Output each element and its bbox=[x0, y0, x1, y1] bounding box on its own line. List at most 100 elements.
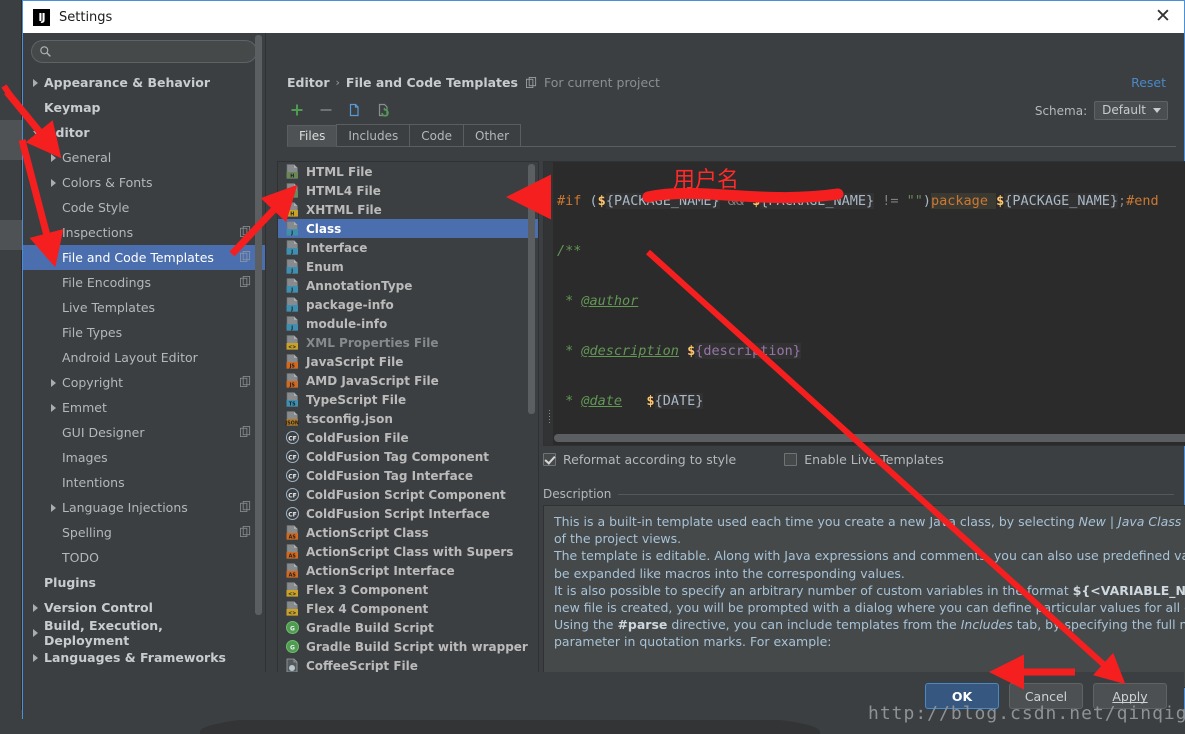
template-list-item[interactable]: H XHTML File bbox=[278, 200, 538, 219]
sidebar-item-file-and-code-templates[interactable]: File and Code Templates bbox=[23, 245, 265, 270]
template-list-item[interactable]: AS ActionScript Interface bbox=[278, 561, 538, 580]
reset-template-button[interactable] bbox=[374, 100, 394, 120]
svg-text:J: J bbox=[290, 249, 293, 255]
ide-strip-2 bbox=[0, 220, 22, 250]
chevron-right-icon[interactable] bbox=[33, 653, 38, 662]
sidebar-item-emmet[interactable]: Emmet bbox=[23, 395, 265, 420]
sidebar-item-appearance-behavior[interactable]: Appearance & Behavior bbox=[23, 70, 265, 95]
chevron-down-icon[interactable] bbox=[33, 131, 41, 136]
chevron-right-icon[interactable] bbox=[51, 153, 56, 162]
schema-select[interactable]: Default bbox=[1094, 101, 1168, 120]
chevron-right-icon[interactable] bbox=[51, 403, 56, 412]
sidebar-item-live-templates[interactable]: Live Templates bbox=[23, 295, 265, 320]
chevron-right-icon[interactable] bbox=[51, 178, 56, 187]
remove-template-button[interactable] bbox=[316, 100, 336, 120]
template-list-item[interactable]: J AnnotationType bbox=[278, 276, 538, 295]
svg-text:AS: AS bbox=[289, 553, 297, 559]
template-list-item-label: module-info bbox=[306, 316, 388, 331]
template-list-item[interactable]: CF ColdFusion Tag Component bbox=[278, 447, 538, 466]
breadcrumb-root[interactable]: Editor bbox=[287, 75, 330, 90]
tab-label: Files bbox=[299, 129, 326, 143]
template-list-item[interactable]: <> XML Properties File bbox=[278, 333, 538, 352]
template-list-item[interactable]: H HTML File bbox=[278, 162, 538, 181]
tab-files[interactable]: Files bbox=[287, 125, 338, 147]
add-template-button[interactable] bbox=[287, 100, 307, 120]
tab-other[interactable]: Other bbox=[463, 124, 522, 146]
template-list-item[interactable]: TS TypeScript File bbox=[278, 390, 538, 409]
template-list-item[interactable]: Jmodule-info bbox=[278, 314, 538, 333]
template-list-item[interactable]: H HTML4 File bbox=[278, 181, 538, 200]
template-editor[interactable]: #if (${PACKAGE_NAME} && ${PACKAGE_NAME} … bbox=[543, 161, 1185, 446]
template-list-item-label: ColdFusion Tag Interface bbox=[306, 468, 473, 483]
editor-horizontal-scrollbar[interactable] bbox=[554, 434, 1185, 442]
chevron-right-icon[interactable] bbox=[33, 78, 38, 87]
template-list-item[interactable]: G Gradle Build Script with wrapper bbox=[278, 637, 538, 656]
sidebar-item-plugins[interactable]: Plugins bbox=[23, 570, 265, 595]
search-input[interactable] bbox=[56, 44, 236, 59]
sidebar-item-images[interactable]: Images bbox=[23, 445, 265, 470]
chevron-right-icon[interactable] bbox=[33, 603, 38, 612]
sidebar-item-label: Intentions bbox=[62, 475, 125, 490]
template-list-item[interactable]: JS JavaScript File bbox=[278, 352, 538, 371]
chevron-right-icon[interactable] bbox=[51, 378, 56, 387]
search-box[interactable] bbox=[31, 40, 257, 63]
template-list-item[interactable]: CF ColdFusion File bbox=[278, 428, 538, 447]
reset-link[interactable]: Reset bbox=[1131, 75, 1166, 90]
chevron-right-icon[interactable] bbox=[51, 503, 56, 512]
sidebar-item-file-types[interactable]: File Types bbox=[23, 320, 265, 345]
tab-includes[interactable]: Includes bbox=[336, 124, 411, 146]
sidebar-item-android-layout-editor[interactable]: Android Layout Editor bbox=[23, 345, 265, 370]
sidebar-item-general[interactable]: General bbox=[23, 145, 265, 170]
template-list-item[interactable]: JS AMD JavaScript File bbox=[278, 371, 538, 390]
sidebar-item-spelling[interactable]: Spelling bbox=[23, 520, 265, 545]
close-icon[interactable]: ✕ bbox=[1152, 7, 1174, 27]
description-paragraph: It is also possible to specify an arbitr… bbox=[554, 582, 1185, 616]
sidebar-item-gui-designer[interactable]: GUI Designer bbox=[23, 420, 265, 445]
template-list-item[interactable]: AS ActionScript Class with Supers bbox=[278, 542, 538, 561]
template-list-item[interactable]: J Class bbox=[278, 219, 538, 238]
code-line-5: * @date ${DATE} bbox=[557, 393, 704, 409]
template-list-item[interactable]: Jpackage-info bbox=[278, 295, 538, 314]
sidebar-item-intentions[interactable]: Intentions bbox=[23, 470, 265, 495]
template-list-item[interactable]: JSON tsconfig.json bbox=[278, 409, 538, 428]
sidebar-item-version-control[interactable]: Version Control bbox=[23, 595, 265, 620]
sidebar-item-copyright[interactable]: Copyright bbox=[23, 370, 265, 395]
chevron-right-icon[interactable] bbox=[33, 628, 38, 637]
copy-template-button[interactable] bbox=[345, 100, 365, 120]
template-list-scrollbar[interactable] bbox=[528, 164, 535, 414]
sidebar-item-label: Build, Execution, Deployment bbox=[44, 617, 163, 648]
sidebar-item-code-style[interactable]: Code Style bbox=[23, 195, 265, 220]
svg-text:J: J bbox=[290, 306, 293, 312]
sidebar-item-colors-fonts[interactable]: Colors & Fonts bbox=[23, 170, 265, 195]
sidebar-item-todo[interactable]: TODO bbox=[23, 545, 265, 570]
template-list-item-label: AnnotationType bbox=[306, 278, 413, 293]
template-list-item[interactable]: CF ColdFusion Script Interface bbox=[278, 504, 538, 523]
sidebar-item-keymap[interactable]: Keymap bbox=[23, 95, 265, 120]
sidebar-item-language-injections[interactable]: Language Injections bbox=[23, 495, 265, 520]
sidebar-search-wrap bbox=[23, 33, 265, 69]
template-list-item[interactable]: CF ColdFusion Script Component bbox=[278, 485, 538, 504]
schema-value: Default bbox=[1102, 103, 1146, 117]
sidebar-item-build-execution-deployment[interactable]: Build, Execution, Deployment bbox=[23, 617, 265, 648]
sidebar-item-editor[interactable]: Editor bbox=[23, 120, 265, 145]
project-scope-icon bbox=[240, 251, 251, 262]
reformat-checkbox[interactable]: Reformat according to style bbox=[543, 452, 736, 467]
template-list-item[interactable]: AS ActionScript Class bbox=[278, 523, 538, 542]
template-list-item[interactable]: <> Flex 3 Component bbox=[278, 580, 538, 599]
java-annot-icon: J bbox=[286, 278, 298, 293]
tab-code[interactable]: Code bbox=[409, 124, 465, 146]
sidebar-scrollbar[interactable] bbox=[255, 35, 262, 615]
live-templates-checkbox[interactable]: Enable Live Templates bbox=[784, 452, 944, 467]
template-list-item[interactable]: J Enum bbox=[278, 257, 538, 276]
template-list-item[interactable]: G Gradle Build Script bbox=[278, 618, 538, 637]
template-list-item[interactable]: J Interface bbox=[278, 238, 538, 257]
sidebar-item-file-encodings[interactable]: File Encodings bbox=[23, 270, 265, 295]
template-list-item[interactable]: CF ColdFusion Tag Interface bbox=[278, 466, 538, 485]
template-list-item[interactable]: <> Flex 4 Component bbox=[278, 599, 538, 618]
live-templates-checkbox-box bbox=[784, 453, 798, 466]
editor-gutter bbox=[544, 162, 553, 445]
sidebar-item-inspections[interactable]: Inspections bbox=[23, 220, 265, 245]
sidebar-item-languages-frameworks[interactable]: Languages & Frameworks bbox=[23, 645, 265, 670]
